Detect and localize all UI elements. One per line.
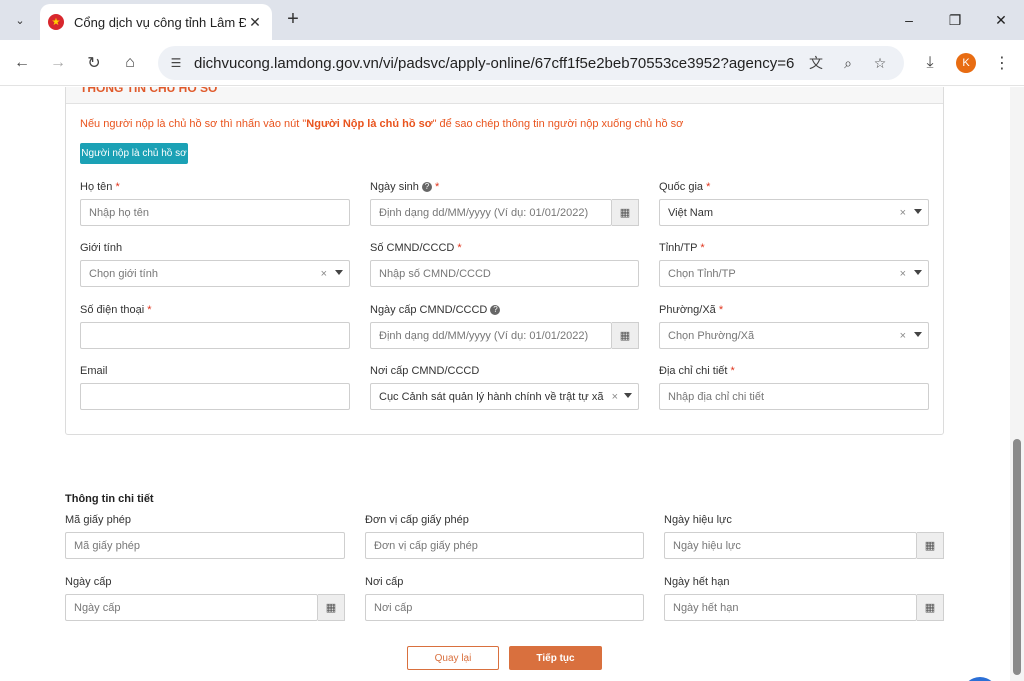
email-input[interactable]	[80, 383, 350, 410]
dob-input[interactable]: Định dạng dd/MM/yyyy (Ví dụ: 01/01/2022)	[370, 199, 612, 226]
clear-icon[interactable]: ×	[612, 391, 618, 403]
ward-label: Phường/Xã *	[659, 304, 724, 316]
gender-label: Giới tính	[80, 242, 123, 254]
gender-select[interactable]: Chọn giới tính ×	[80, 260, 350, 287]
country-label: Quốc gia *	[659, 181, 711, 193]
chevron-down-icon	[335, 270, 343, 275]
chat-widget-icon[interactable]	[962, 677, 998, 681]
chevron-down-icon	[914, 209, 922, 214]
issue-place-label: Nơi cấp	[365, 576, 404, 588]
expiry-date-input[interactable]: Ngày hết hạn	[664, 594, 917, 621]
site-info-icon[interactable]: ☰	[164, 51, 188, 75]
effective-date-input[interactable]: Ngày hiệu lực	[664, 532, 917, 559]
tab-search-chevron-icon[interactable]: ⌄	[8, 8, 32, 32]
email-label: Email	[80, 365, 108, 377]
effective-date-label: Ngày hiệu lực	[664, 514, 732, 526]
issue-date-input[interactable]: Ngày cấp	[65, 594, 318, 621]
country-select[interactable]: Việt Nam ×	[659, 199, 929, 226]
reload-icon[interactable]: ↻	[80, 49, 108, 77]
url-text[interactable]: dichvucong.lamdong.gov.vn/vi/padsvc/appl…	[194, 55, 794, 72]
province-select[interactable]: Chọn Tỉnh/TP ×	[659, 260, 929, 287]
copy-owner-note: Nếu người nộp là chủ hồ sơ thì nhấn vào …	[80, 118, 684, 130]
dob-calendar-icon[interactable]: ▦	[612, 199, 639, 226]
download-icon[interactable]: ⤓	[916, 49, 944, 77]
id-issue-place-select[interactable]: Cục Cảnh sát quản lý hành chính về trật …	[370, 383, 639, 410]
issuing-unit-label: Đơn vị cấp giấy phép	[365, 514, 469, 526]
phone-label: Số điện thoại *	[80, 304, 152, 316]
clear-icon[interactable]: ×	[900, 330, 906, 342]
effective-date-calendar-icon[interactable]: ▦	[917, 532, 944, 559]
address-bar[interactable]: ☰ dichvucong.lamdong.gov.vn/vi/padsvc/ap…	[158, 46, 904, 80]
province-label: Tỉnh/TP *	[659, 242, 705, 254]
new-tab-icon[interactable]: +	[282, 8, 304, 32]
page-scrollbar[interactable]	[1010, 87, 1024, 681]
home-icon[interactable]: ⌂	[116, 49, 144, 77]
chevron-down-icon	[624, 393, 632, 398]
chevron-down-icon	[914, 332, 922, 337]
page-content: THÔNG TIN CHỦ HỒ SƠ Nếu người nộp là chủ…	[0, 87, 1010, 681]
owner-panel-header: THÔNG TIN CHỦ HỒ SƠ	[66, 87, 943, 104]
menu-kebab-icon[interactable]: ⋮	[988, 49, 1016, 77]
full-name-label: Họ tên *	[80, 181, 120, 193]
expiry-date-label: Ngày hết hạn	[664, 576, 730, 588]
address-input[interactable]: Nhập địa chỉ chi tiết	[659, 383, 929, 410]
id-issue-date-label: Ngày cấp CMND/CCCD ?	[370, 304, 501, 316]
clear-icon[interactable]: ×	[900, 207, 906, 219]
minimize-icon[interactable]: –	[886, 6, 932, 34]
bookmark-star-icon[interactable]: ☆	[868, 51, 892, 75]
id-number-input[interactable]: Nhập số CMND/CCCD	[370, 260, 639, 287]
forward-arrow-icon[interactable]: →	[44, 49, 72, 77]
id-number-label: Số CMND/CCCD *	[370, 242, 462, 254]
tab-bar: ⌄ ★ Cổng dịch vụ công tỉnh Lâm Đồng ✕ + …	[0, 0, 1024, 40]
copy-owner-button[interactable]: Người nộp là chủ hồ sơ	[80, 143, 188, 164]
site-favicon-icon: ★	[48, 14, 64, 30]
browser-tab[interactable]: ★ Cổng dịch vụ công tỉnh Lâm Đồng ✕	[40, 4, 272, 40]
ward-select[interactable]: Chọn Phường/Xã ×	[659, 322, 929, 349]
dob-label: Ngày sinh ? *	[370, 181, 440, 193]
tab-title: Cổng dịch vụ công tỉnh Lâm Đồng	[74, 14, 246, 30]
issue-date-calendar-icon[interactable]: ▦	[318, 594, 345, 621]
continue-button[interactable]: Tiếp tục	[509, 646, 602, 670]
expiry-date-calendar-icon[interactable]: ▦	[917, 594, 944, 621]
tab-close-icon[interactable]: ✕	[246, 14, 264, 31]
help-icon[interactable]: ?	[421, 182, 432, 193]
scrollbar-thumb[interactable]	[1013, 439, 1021, 675]
owner-panel-title: THÔNG TIN CHỦ HỒ SƠ	[80, 87, 219, 95]
detail-section-title: Thông tin chi tiết	[65, 493, 154, 505]
window-close-icon[interactable]: ✕	[978, 6, 1024, 34]
back-arrow-icon[interactable]: ←	[8, 49, 36, 77]
id-issue-date-input[interactable]: Định dạng dd/MM/yyyy (Ví dụ: 01/01/2022)	[370, 322, 612, 349]
profile-avatar[interactable]: K	[956, 53, 976, 73]
clear-icon[interactable]: ×	[321, 268, 327, 280]
issuing-unit-input[interactable]: Đơn vị cấp giấy phép	[365, 532, 644, 559]
help-icon[interactable]: ?	[490, 305, 501, 316]
phone-input[interactable]	[80, 322, 350, 349]
license-code-input[interactable]: Mã giấy phép	[65, 532, 345, 559]
issue-place-input[interactable]: Nơi cấp	[365, 594, 644, 621]
address-label: Địa chỉ chi tiết *	[659, 365, 735, 377]
license-code-label: Mã giấy phép	[65, 514, 132, 526]
back-button[interactable]: Quay lại	[407, 646, 499, 670]
full-name-input[interactable]: Nhập họ tên	[80, 199, 350, 226]
id-issue-place-label: Nơi cấp CMND/CCCD	[370, 365, 480, 377]
zoom-icon[interactable]: ⌕	[836, 51, 860, 75]
translate-icon[interactable]: 文	[804, 51, 828, 75]
chevron-down-icon	[914, 270, 922, 275]
restore-icon[interactable]: ❐	[932, 6, 978, 34]
id-issue-date-calendar-icon[interactable]: ▦	[612, 322, 639, 349]
issue-date-label: Ngày cấp	[65, 576, 112, 588]
browser-toolbar: ← → ↻ ⌂ ☰ dichvucong.lamdong.gov.vn/vi/p…	[0, 40, 1024, 86]
clear-icon[interactable]: ×	[900, 268, 906, 280]
